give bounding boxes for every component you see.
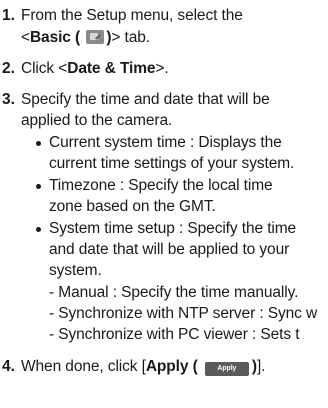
- step-4-post: ].: [256, 358, 266, 375]
- apply-label: Apply (: [145, 358, 198, 375]
- bullet-dot: [36, 141, 41, 146]
- bullet-3-line-2: and date that will be applied to your: [49, 241, 290, 258]
- manual-page: 1. From the Setup menu, select the <Basi…: [0, 0, 328, 408]
- basic-settings-icon: [86, 30, 105, 44]
- step-1-open-bracket: <: [21, 29, 30, 46]
- date-time-menu-label: Date & Time: [67, 60, 156, 77]
- step-4-line: When done, click [Apply ( Apply)].: [21, 357, 265, 377]
- step-2-post: >.: [155, 60, 169, 77]
- bullet-1-line-1: Current system time : Displays the: [49, 134, 282, 151]
- step-2-line: Click <Date & Time>.: [21, 59, 169, 79]
- step-3-number: 3.: [2, 91, 15, 108]
- step-4-number: 4.: [2, 358, 15, 375]
- bullet-dot: [36, 227, 41, 232]
- step-2-number: 2.: [2, 60, 15, 77]
- sub-item-ntp: - Synchronize with NTP server : Sync w: [49, 305, 318, 322]
- step-1-line-1: From the Setup menu, select the: [21, 7, 243, 24]
- bullet-1-line-2: current time settings of your system.: [49, 155, 295, 172]
- bullet-2-line-2: zone based on the GMT.: [49, 198, 216, 215]
- sub-item-manual: - Manual : Specify the time manually.: [49, 284, 299, 301]
- basic-tab-label: Basic (: [29, 29, 81, 46]
- sub-item-pc-viewer: - Synchronize with PC viewer : Sets t: [49, 326, 300, 343]
- step-1-tail: > tab.: [111, 29, 150, 46]
- step-1-number: 1.: [2, 7, 15, 24]
- step-4-pre: When done, click [: [21, 358, 146, 375]
- bullet-3-line-1: System time setup : Specify the time: [49, 220, 297, 237]
- bullet-2-line-1: Timezone : Specify the local time: [49, 177, 273, 194]
- step-3-line-1: Specify the time and date that will be: [21, 91, 270, 108]
- step-1-line-2: <Basic ( )> tab.: [21, 28, 150, 48]
- step-3-line-2: applied to the camera.: [21, 112, 173, 129]
- bullet-dot: [36, 184, 41, 189]
- bullet-3-line-3: system.: [49, 262, 102, 279]
- step-2-pre: Click <: [21, 60, 68, 77]
- apply-button-icon: Apply: [204, 362, 249, 376]
